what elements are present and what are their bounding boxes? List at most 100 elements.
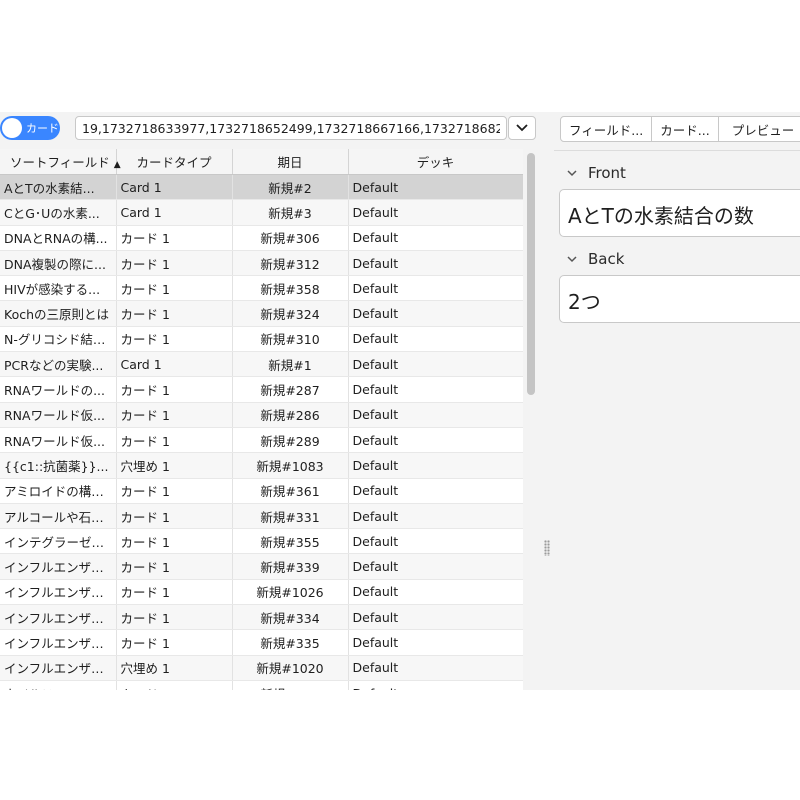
cell-deck: Default: [348, 174, 523, 201]
table-row[interactable]: ウイルスのエンベ...カード 1新規#338Default: [0, 680, 523, 690]
cell-deck: Default: [348, 655, 523, 681]
table-row[interactable]: アミロイドの構造... カード 1 新規#361 Default: [0, 478, 523, 504]
cell-due: 新規#335: [232, 629, 349, 656]
column-header-sort-field[interactable]: ソートフィールド ▲: [0, 149, 121, 175]
cell-sort-field: DNAとRNAの構...: [0, 225, 117, 251]
cell-due: 新規#289: [232, 427, 349, 454]
cell-sort-field: {{c1::抗菌薬}}...: [0, 452, 117, 479]
fields-button[interactable]: フィールド...: [560, 116, 652, 142]
field-label-back[interactable]: Back: [566, 250, 624, 268]
cards-button[interactable]: カード...: [651, 116, 719, 142]
divider: [554, 150, 800, 151]
cell-due: 新規#312: [232, 250, 349, 277]
table-row[interactable]: AとTの水素結... Card 1 新規#2 Default: [0, 174, 523, 201]
cell-card-type: Card 1: [116, 199, 233, 226]
cell-sort-field: RNAワールド仮...: [0, 402, 117, 428]
cell-due: 新規#1: [232, 351, 349, 378]
search-history-dropdown[interactable]: [508, 116, 536, 140]
cell-card-type: カード 1: [116, 250, 233, 277]
cell-due: 新規#355: [232, 528, 349, 555]
cell-card-type: カード 1: [116, 478, 233, 504]
cell-card-type: カード 1: [116, 275, 233, 302]
cell-sort-field: RNAワールド仮...: [0, 427, 117, 454]
table-row[interactable]: CとG･Uの水素... Card 1 新規#3 Default: [0, 199, 523, 226]
cell-due: 新規#338: [232, 680, 349, 690]
cell-card-type: カード 1: [116, 579, 233, 606]
cell-deck: Default: [348, 680, 523, 690]
column-header-due[interactable]: 期日: [232, 149, 349, 175]
panel-splitter[interactable]: [540, 112, 554, 690]
cell-sort-field: インテグラーゼの...: [0, 528, 117, 555]
chevron-down-icon: [567, 256, 577, 263]
preview-button[interactable]: プレビュー: [718, 116, 800, 142]
table-scrollbar[interactable]: [524, 149, 538, 690]
cell-deck: Default: [348, 579, 523, 606]
cell-sort-field: DNA複製の際に...: [0, 250, 117, 277]
cell-deck: Default: [348, 427, 523, 454]
column-header-deck[interactable]: デッキ: [348, 149, 523, 175]
cell-deck: Default: [348, 225, 523, 251]
cell-deck: Default: [348, 351, 523, 378]
cell-due: 新規#324: [232, 300, 349, 327]
cell-deck: Default: [348, 199, 523, 226]
cell-card-type: 穴埋め 1: [116, 655, 233, 681]
table-row[interactable]: Kochの三原則とは カード 1 新規#324 Default: [0, 300, 523, 327]
table-row[interactable]: インフルエンザウイ... カード 1 新規#1026 Default: [0, 579, 523, 606]
table-row[interactable]: インフルエンザウイ... カード 1 新規#334 Default: [0, 604, 523, 631]
cell-deck: Default: [348, 503, 523, 530]
cell-card-type: カード 1: [116, 300, 233, 327]
cards-notes-toggle[interactable]: カード: [0, 116, 60, 140]
column-header-card-type[interactable]: カードタイプ: [116, 149, 233, 175]
front-field-input[interactable]: AとTの水素結合の数: [559, 189, 800, 237]
table-row[interactable]: DNA複製の際に... カード 1 新規#312 Default: [0, 250, 523, 277]
cell-due: 新規#3: [232, 199, 349, 226]
table-row[interactable]: DNAとRNAの構... カード 1 新規#306 Default: [0, 225, 523, 251]
scrollbar-thumb[interactable]: [527, 153, 535, 395]
cell-deck: Default: [348, 528, 523, 555]
table-row[interactable]: PCRなどの実験... Card 1 新規#1 Default: [0, 351, 523, 378]
cell-due: 新規#334: [232, 604, 349, 631]
toggle-label: カード: [26, 122, 59, 135]
table-row[interactable]: インフルエンザウイ... カード 1 新規#335 Default: [0, 629, 523, 656]
cell-deck: Default: [348, 300, 523, 327]
table-row[interactable]: HIVが感染する... カード 1 新規#358 Default: [0, 275, 523, 302]
cell-deck: Default: [348, 452, 523, 479]
back-field-input[interactable]: 2つ: [559, 275, 800, 323]
cell-card-type: Card 1: [116, 351, 233, 378]
cell-card-type: Card 1: [116, 174, 233, 201]
browser-window: カード ソートフィールド ▲ カードタイプ 期日 デッキ AとTの水素結...C…: [0, 112, 800, 690]
table-row[interactable]: RNAワールドの... カード 1 新規#287 Default: [0, 376, 523, 403]
table-row[interactable]: N-グリコシド結合... カード 1 新規#310 Default: [0, 326, 523, 353]
cell-sort-field: アミロイドの構造...: [0, 478, 117, 504]
note-editor: フィールド... カード... プレビュー Front AとTの水素結合の数 B…: [554, 112, 800, 690]
cell-sort-field: アルコールや石鹸...: [0, 503, 117, 530]
cell-sort-field: HIVが感染する...: [0, 275, 117, 302]
cell-sort-field: RNAワールドの...: [0, 376, 117, 403]
search-input[interactable]: [75, 116, 507, 140]
table-row[interactable]: {{c1::抗菌薬}}... 穴埋め 1 新規#1083 Default: [0, 452, 523, 479]
cell-card-type: カード 1: [116, 629, 233, 656]
table-row[interactable]: インテグラーゼの... カード 1 新規#355 Default: [0, 528, 523, 555]
field-label-front[interactable]: Front: [566, 164, 626, 182]
table-row[interactable]: インフルエンザの... カード 1 新規#339 Default: [0, 553, 523, 580]
table-row[interactable]: RNAワールド仮... カード 1 新規#286 Default: [0, 402, 523, 428]
cell-sort-field: Kochの三原則とは: [0, 300, 117, 327]
toggle-knob: [2, 118, 22, 138]
splitter-grip-icon: [544, 540, 550, 556]
field-name: Front: [588, 164, 626, 182]
column-header-label: 期日: [277, 155, 303, 170]
editor-toolbar: フィールド... カード... プレビュー: [560, 116, 800, 142]
cell-card-type: カード 1: [116, 528, 233, 555]
cell-sort-field: インフルエンザウイ...: [0, 629, 117, 656]
column-header-label: デッキ: [416, 155, 455, 170]
table-row[interactable]: インフルエンザパ... 穴埋め 1 新規#1020 Default: [0, 655, 523, 681]
cell-deck: Default: [348, 326, 523, 353]
cell-sort-field: インフルエンザウイ...: [0, 604, 117, 631]
table-row[interactable]: アルコールや石鹸... カード 1 新規#331 Default: [0, 503, 523, 530]
cell-deck: Default: [348, 402, 523, 428]
cell-sort-field: N-グリコシド結合...: [0, 326, 117, 353]
table-row[interactable]: RNAワールド仮... カード 1 新規#289 Default: [0, 427, 523, 454]
chevron-down-icon: [516, 124, 528, 132]
column-header-label: ソートフィールド: [10, 155, 110, 170]
cell-card-type: カード 1: [116, 680, 233, 690]
